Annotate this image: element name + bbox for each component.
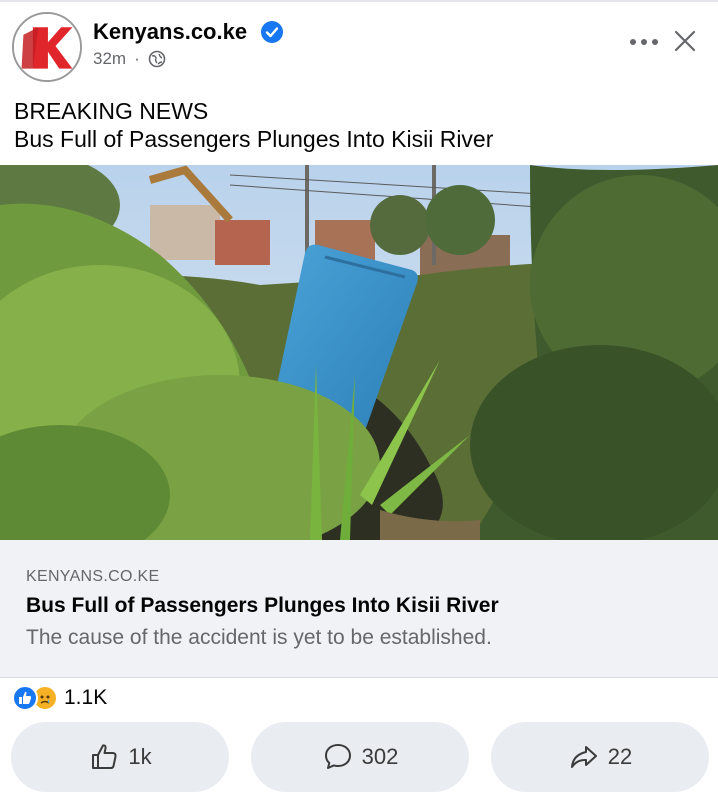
- more-options-button[interactable]: [626, 28, 662, 56]
- comment-button[interactable]: 302: [251, 722, 469, 792]
- page-name[interactable]: Kenyans.co.ke: [93, 18, 247, 46]
- share-button[interactable]: 22: [491, 722, 709, 792]
- link-preview[interactable]: KENYANS.CO.KE Bus Full of Passengers Plu…: [0, 540, 718, 678]
- like-count: 1k: [128, 744, 152, 769]
- verified-badge-icon: [261, 21, 283, 43]
- link-title: Bus Full of Passengers Plunges Into Kisi…: [26, 594, 499, 617]
- reaction-count: 1.1K: [64, 686, 108, 709]
- close-icon: [674, 30, 696, 52]
- post-meta: 32m ·: [93, 48, 166, 70]
- post-time[interactable]: 32m: [93, 48, 126, 70]
- comment-count: 302: [361, 744, 399, 769]
- caption-text: Bus Full of Passengers Plunges Into Kisi…: [14, 126, 494, 152]
- bus-accident-photo: [0, 165, 718, 540]
- like-reaction-icon: [12, 685, 38, 711]
- caption-headline: BREAKING NEWS: [14, 98, 209, 124]
- share-count: 22: [607, 744, 633, 769]
- link-description: The cause of the accident is yet to be e…: [26, 626, 492, 649]
- close-button[interactable]: [670, 26, 700, 56]
- like-button[interactable]: 1k: [11, 722, 229, 792]
- post-caption: BREAKING NEWS Bus Full of Passengers Plu…: [14, 97, 704, 153]
- reactions-summary[interactable]: 1.1K: [12, 684, 107, 712]
- post-photo[interactable]: [0, 165, 718, 540]
- globe-icon: [148, 50, 166, 68]
- meta-separator: ·: [134, 49, 140, 68]
- comment-icon: [324, 744, 351, 769]
- action-bar: 1k 302 22: [0, 722, 718, 792]
- thumbs-up-icon: [92, 744, 117, 769]
- link-domain: KENYANS.CO.KE: [26, 568, 160, 585]
- post-header: Kenyans.co.ke 32m ·: [0, 0, 718, 92]
- share-arrow-icon: [570, 746, 597, 768]
- page-avatar[interactable]: [12, 12, 82, 82]
- more-options-icon: [630, 39, 658, 45]
- kenyans-logo-icon: [14, 14, 80, 80]
